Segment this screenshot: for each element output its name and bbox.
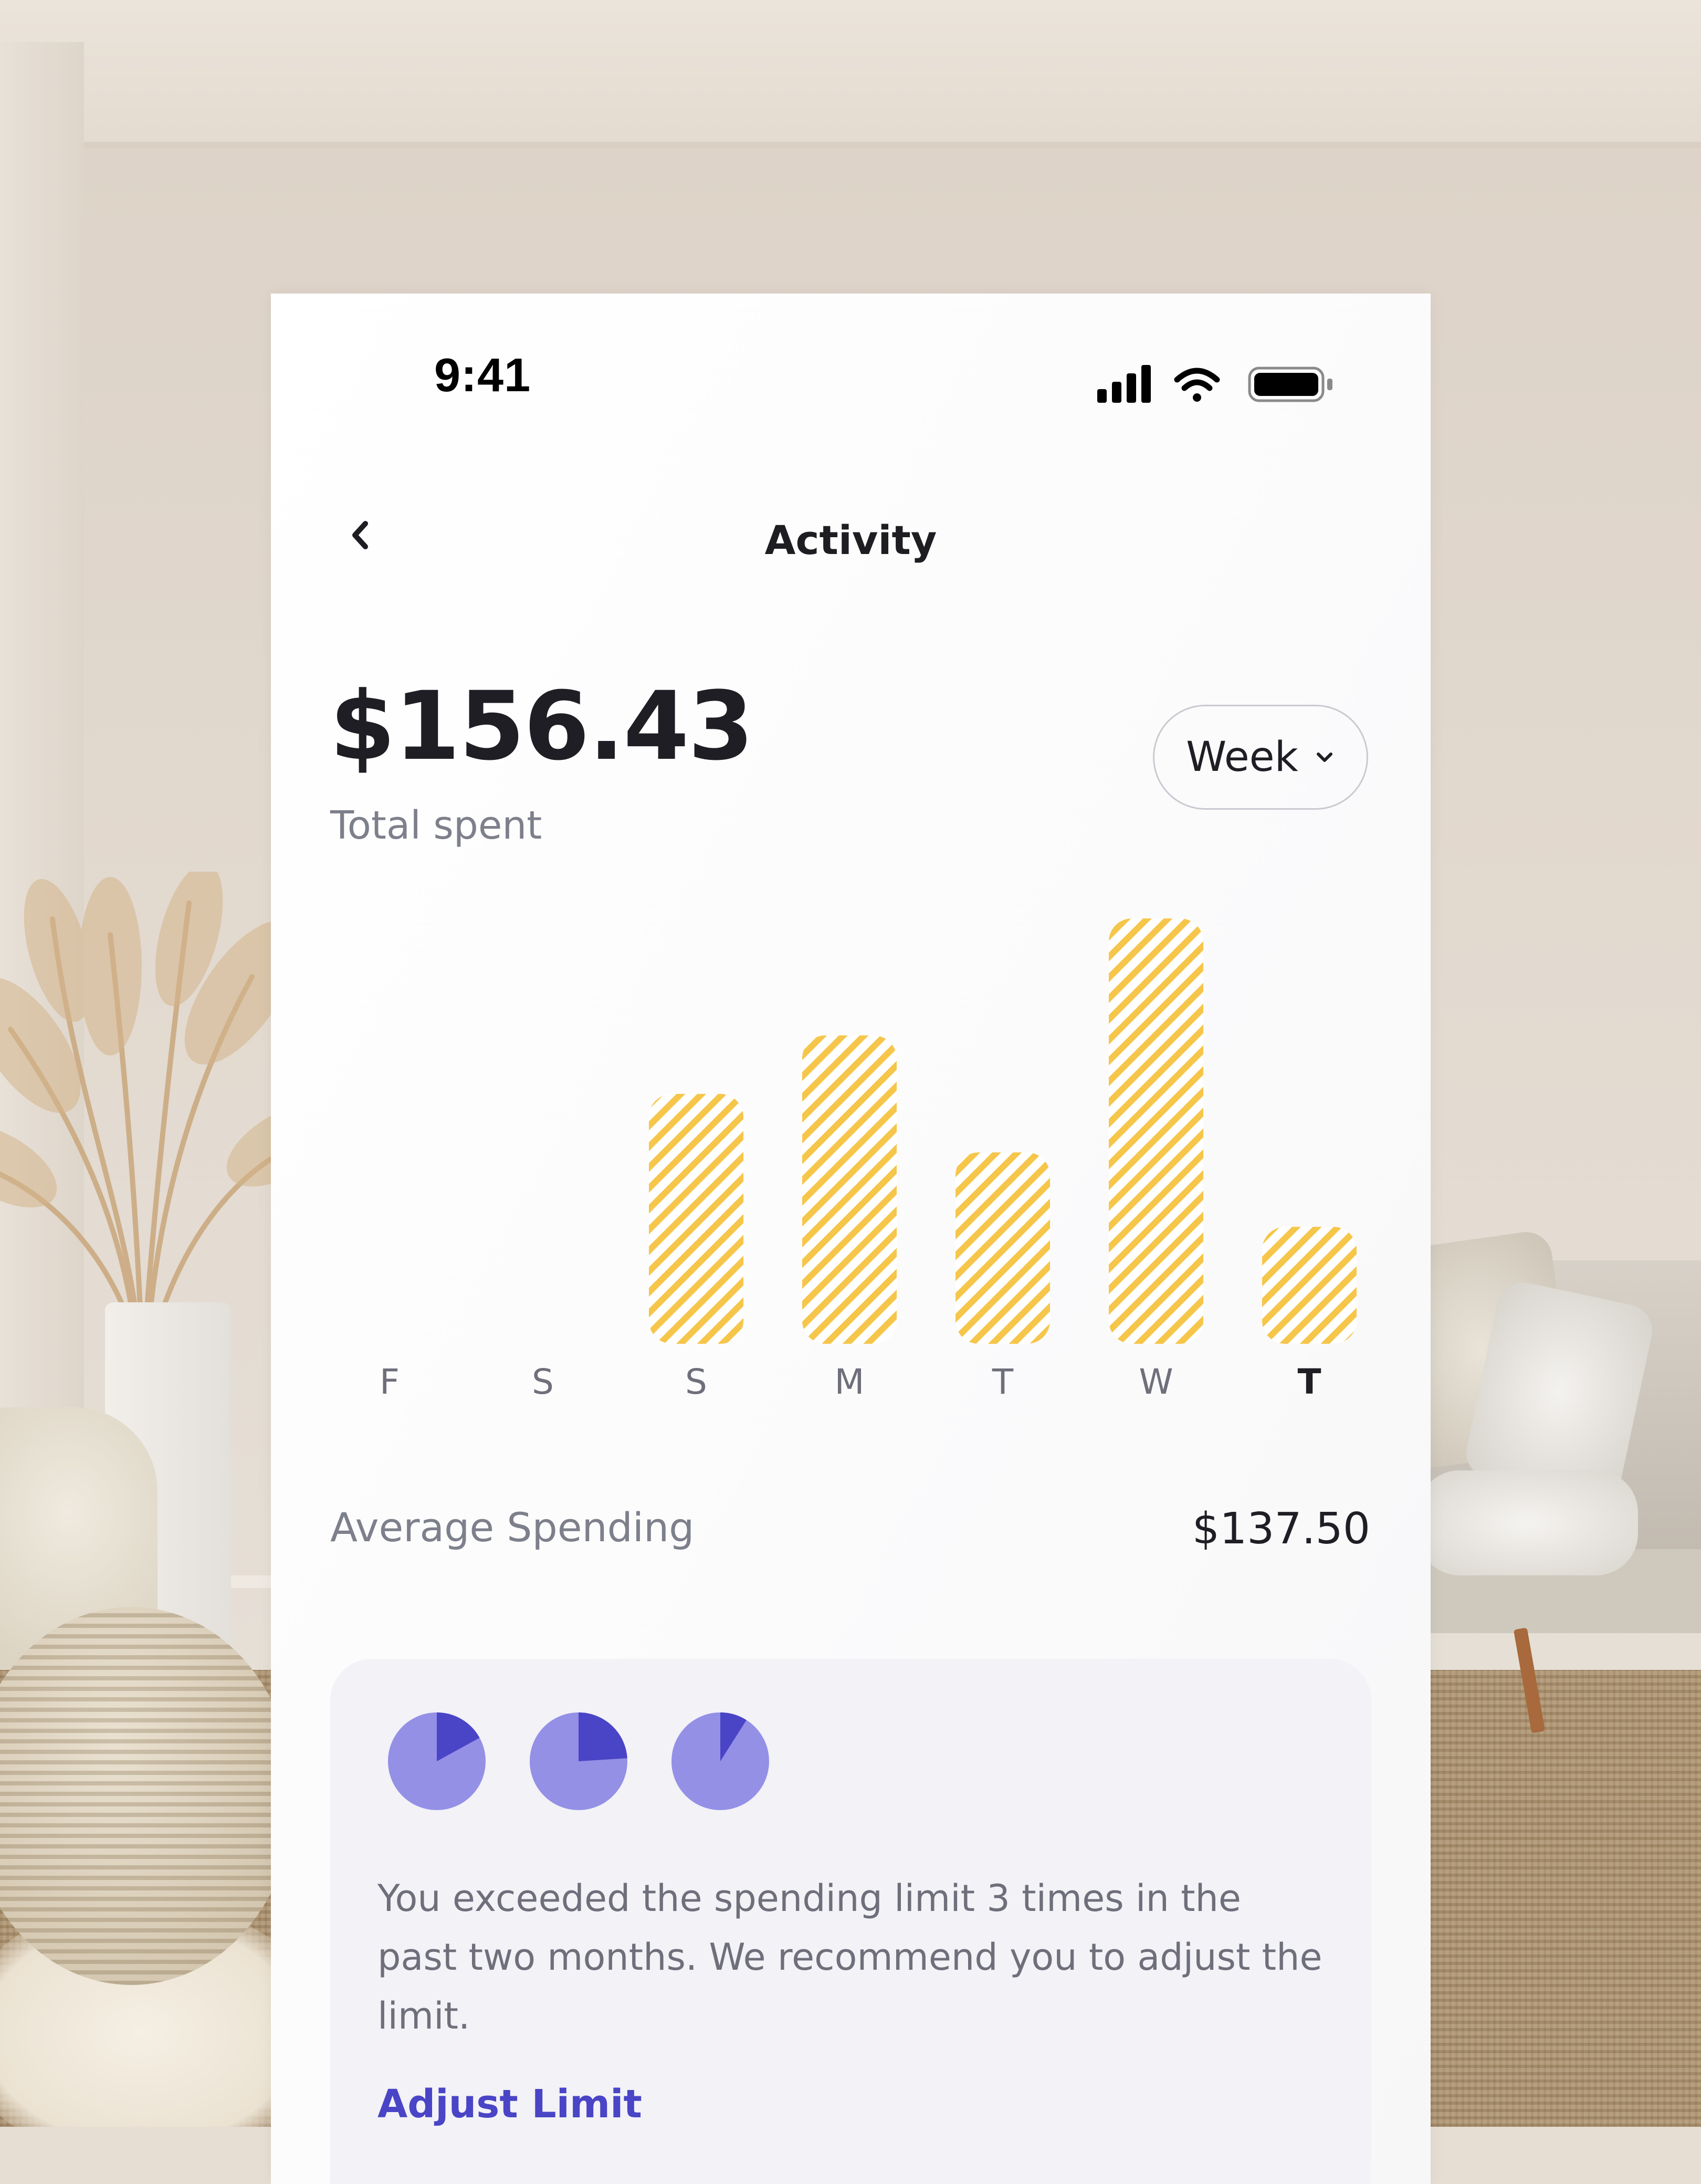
average-spending-label: Average Spending [330, 1504, 695, 1551]
chart-bar [1109, 918, 1203, 1344]
pie-slice [579, 1712, 627, 1761]
spending-bar-chart: FSSMTWT [380, 918, 1357, 1402]
phone-screen: 9:41 Activity $156.43 Total spent Week F… [271, 294, 1431, 2184]
chart-x-tick-label: M [835, 1362, 865, 1402]
limit-pie-icon [530, 1712, 627, 1810]
chart-bar [649, 1094, 743, 1344]
chart-x-tick-label: S [532, 1362, 554, 1402]
chart-bar [1262, 1227, 1357, 1344]
average-spending-value: $137.50 [1192, 1504, 1370, 1554]
chart-x-tick-label: W [1139, 1362, 1173, 1402]
chart-x-tick-label: T [992, 1362, 1014, 1402]
limit-pie-icon [671, 1712, 769, 1810]
chart-x-tick-label: F [380, 1362, 400, 1402]
adjust-limit-link[interactable]: Adjust Limit [377, 2082, 642, 2127]
spending-limit-card: You exceeded the spending limit 3 times … [330, 1659, 1371, 2184]
chart-bar [802, 1035, 897, 1344]
ceiling [0, 0, 1701, 147]
limit-message: You exceeded the spending limit 3 times … [377, 1877, 1322, 2037]
sofa-cushion [1418, 1470, 1638, 1575]
chart-bar [956, 1152, 1050, 1344]
pampas-grass [0, 872, 304, 1344]
chart-x-tick-label: S [685, 1362, 707, 1402]
chart-x-tick-label: T [1297, 1362, 1321, 1402]
limit-pie-icon [388, 1712, 486, 1810]
ceiling-edge [84, 142, 1701, 148]
